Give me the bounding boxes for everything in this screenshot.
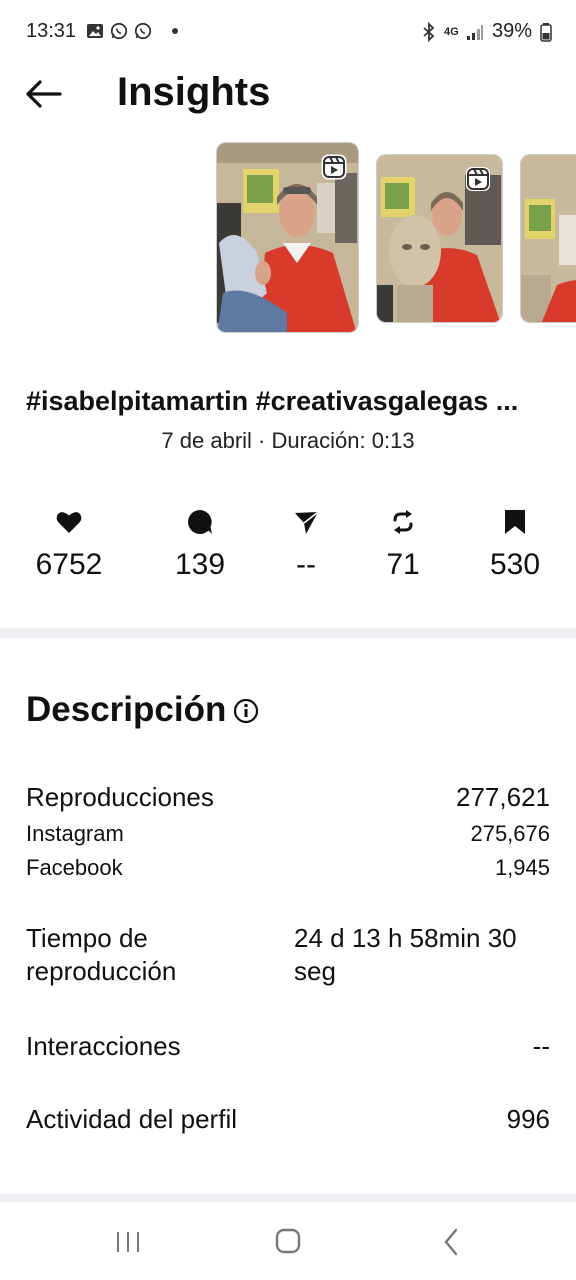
plays-row: Reproducciones 277,621 [26,782,550,813]
section-divider [0,628,576,638]
reel-icon [321,154,347,180]
status-time: 13:31 [26,20,77,42]
header: Insights [0,64,576,124]
stat-shares: -- [251,508,361,582]
interactions-row: Interacciones -- [26,1031,550,1062]
instagram-label: Instagram [26,821,124,846]
status-bar: 13:31 4G 39% [0,0,576,64]
reposts-count: 71 [386,548,420,581]
system-nav-bar [0,1202,576,1280]
arrow-left-icon [26,80,62,108]
shares-count: -- [296,548,316,581]
reel-preview-image [521,155,576,322]
engagement-stats: 6752 139 -- 71 530 [0,508,576,598]
profile-activity-row: Actividad del perfil 996 [26,1104,550,1135]
interactions-label: Interacciones [26,1031,181,1061]
plays-label: Reproducciones [26,782,214,812]
back-icon[interactable] [432,1224,472,1260]
plays-value: 277,621 [456,782,550,812]
profile-activity-label: Actividad del perfil [26,1104,237,1134]
instagram-value: 275,676 [470,821,550,846]
stat-reposts: 71 [348,508,458,582]
reel-icon [466,167,490,191]
facebook-row: Facebook 1,945 [26,855,550,881]
battery-percent: 39% [491,20,532,42]
reel-thumbnail[interactable] [520,154,576,323]
comments-count: 139 [174,548,226,581]
watch-time-label: Tiempo de reproducción [26,923,177,986]
bluetooth-icon [423,21,435,42]
profile-activity-value: 996 [506,1104,550,1134]
home-icon[interactable] [268,1224,308,1260]
facebook-label: Facebook [26,855,123,880]
saves-count: 530 [489,548,541,581]
comment-icon [188,510,212,534]
info-icon[interactable] [233,698,259,724]
signal-icon [466,24,483,40]
repost-icon [393,510,413,534]
post-meta: 7 de abril · Duración: 0:13 [161,428,415,453]
recents-icon[interactable] [108,1224,148,1260]
stat-comments: 139 [145,508,255,582]
post-caption: #isabelpitamartin #creativasgalegas ... [26,386,519,416]
interactions-value: -- [532,1031,550,1061]
bookmark-icon [505,510,525,534]
page-title: Insights [117,70,271,114]
whatsapp-icon [110,22,128,40]
facebook-value: 1,945 [494,855,550,880]
battery-icon [540,22,552,42]
whatsapp-icon [134,22,152,40]
likes-count: 6752 [35,548,103,581]
heart-icon [56,512,82,533]
watch-time-value: 24 d 13 h 58min 30 seg [294,923,517,986]
gallery-icon [87,24,103,38]
reel-thumbnails [0,142,576,336]
system-status: 4G 39% [422,20,552,43]
notification-icons [86,22,178,40]
stat-saves: 530 [460,508,570,582]
description-title: Descripción [26,690,227,729]
section-divider [0,1194,576,1202]
more-notifications-dot [172,28,178,34]
reel-thumbnail[interactable] [376,154,503,323]
share-icon [295,511,319,534]
stat-likes: 6752 [14,508,124,582]
network-type: 4G [443,25,459,38]
back-button[interactable] [22,74,66,114]
instagram-row: Instagram 275,676 [26,821,550,847]
reel-thumbnail-selected[interactable] [216,142,359,333]
